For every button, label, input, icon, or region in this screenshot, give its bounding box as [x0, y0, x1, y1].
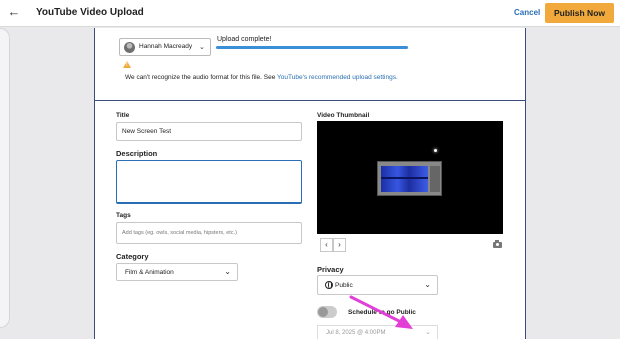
camera-icon[interactable]: [493, 240, 502, 248]
chevron-down-icon: ⌄: [425, 329, 431, 336]
warning-text: We can't recognize the audio format for …: [125, 74, 278, 81]
upload-status: Upload complete!: [217, 36, 272, 43]
chevron-down-icon: ⌄: [424, 280, 431, 289]
account-name: Hannah Macready: [139, 43, 193, 50]
category-label: Category: [116, 252, 149, 261]
privacy-value: Public: [335, 282, 353, 289]
cancel-button[interactable]: Cancel: [514, 8, 540, 17]
back-arrow-icon[interactable]: ←: [4, 3, 24, 23]
thumbnail-light-spot: [434, 149, 437, 152]
chevron-left-icon[interactable]: ‹: [320, 238, 333, 252]
warning-triangle-icon: !: [123, 61, 131, 68]
side-panel: [0, 28, 10, 328]
schedule-toggle[interactable]: [317, 306, 337, 318]
recommended-settings-link[interactable]: YouTube's recommended upload settings.: [277, 74, 398, 81]
upload-card: Hannah Macready ⌄ Upload complete! ! We …: [94, 28, 526, 339]
toggle-knob: [318, 307, 328, 317]
thumbnail-screen-side: [430, 166, 440, 192]
upload-progress-fill: [216, 46, 408, 49]
section-divider: [95, 100, 525, 101]
page-title: YouTube Video Upload: [36, 7, 144, 18]
chevron-down-icon: ⌄: [224, 267, 231, 276]
description-label: Description: [116, 149, 158, 158]
chevron-right-icon[interactable]: ›: [333, 238, 346, 252]
category-value: Film & Animation: [125, 269, 174, 276]
upload-progress-bar: [216, 46, 408, 49]
title-label: Title: [116, 112, 130, 119]
thumbnail-screen-content: [381, 166, 428, 192]
privacy-label: Privacy: [317, 265, 344, 274]
annotation-arrow: [349, 295, 413, 329]
tags-input[interactable]: [116, 222, 302, 244]
publish-now-button[interactable]: Publish Now: [545, 3, 614, 23]
avatar: [124, 42, 135, 53]
chevron-down-icon: ⌄: [199, 44, 205, 51]
video-thumbnail: [317, 121, 503, 234]
tags-label: Tags: [116, 212, 131, 219]
category-select[interactable]: Film & Animation ⌄: [116, 263, 238, 281]
thumbnail-label: Video Thumbnail: [317, 112, 370, 119]
thumbnail-screen: [377, 161, 442, 196]
top-bar: ← YouTube Video Upload Cancel Publish No…: [0, 0, 620, 27]
title-input[interactable]: [116, 122, 302, 141]
privacy-select[interactable]: Public ⌄: [317, 275, 438, 295]
globe-icon: [325, 281, 333, 289]
account-selector[interactable]: Hannah Macready ⌄: [119, 38, 211, 56]
audio-warning-message: We can't recognize the audio format for …: [125, 73, 425, 83]
description-input[interactable]: [116, 160, 302, 204]
